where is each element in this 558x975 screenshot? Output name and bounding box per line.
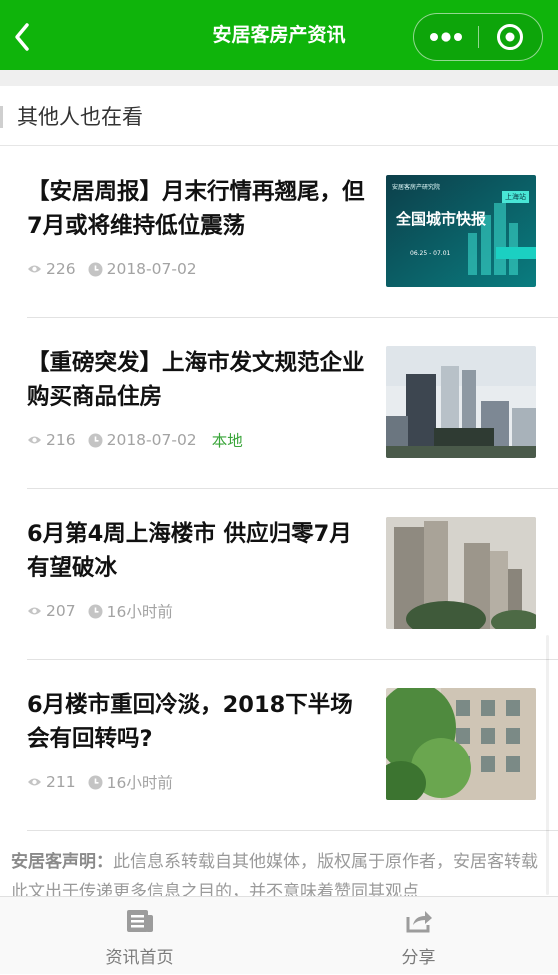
- local-tag: 本地: [211, 432, 243, 450]
- article-title: 6月第4周上海楼市 供应归零7月有望破冰: [27, 521, 352, 581]
- clock-icon: [88, 775, 103, 790]
- eye-icon: [27, 435, 42, 445]
- article-meta: 207 16小时前: [27, 600, 173, 622]
- article-meta: 216 2018-07-02 本地: [27, 429, 243, 451]
- section-header: 其他人也在看: [0, 86, 558, 146]
- more-button[interactable]: [414, 14, 478, 60]
- publish-time: 2018-07-02: [106, 260, 197, 278]
- article-item[interactable]: 【安居周报】月末行情再翘尾，但7月或将维持低位震荡 226 2018-07-02: [27, 147, 558, 318]
- publish-time: 16小时前: [106, 774, 173, 792]
- tab-bar: 资讯首页 分享: [0, 896, 558, 974]
- article-title: 【重磅突发】上海市发文规范企业购买商品住房: [27, 350, 365, 410]
- section-title: 其他人也在看: [17, 105, 143, 129]
- article-thumbnail: [386, 346, 536, 458]
- article-thumbnail: 安居客房产研究院 上海站 全国城市快报 06.25 - 07.01: [386, 175, 536, 287]
- article-title: 6月楼市重回冷淡，2018下半场会有回转吗?: [27, 692, 353, 752]
- tab-news-home[interactable]: 资讯首页: [0, 897, 279, 975]
- article-item[interactable]: 6月楼市重回冷淡，2018下半场会有回转吗? 211 16小时前: [27, 660, 558, 831]
- article-meta: 211 16小时前: [27, 771, 173, 793]
- navigation-bar: 安居客房产资讯: [0, 0, 558, 70]
- article-item[interactable]: 6月第4周上海楼市 供应归零7月有望破冰 207 16小时前: [27, 489, 558, 660]
- section-accent-bar: [0, 106, 3, 128]
- news-list-icon: [126, 907, 154, 935]
- eye-icon: [27, 606, 42, 616]
- clock-icon: [88, 262, 103, 277]
- article-meta: 226 2018-07-02: [27, 258, 197, 280]
- article-thumbnail: [386, 688, 536, 800]
- scrollbar[interactable]: [546, 635, 549, 895]
- more-dots-icon: [430, 32, 462, 42]
- view-count: 207: [46, 602, 76, 620]
- clock-icon: [88, 604, 103, 619]
- clock-icon: [88, 433, 103, 448]
- disclaimer-label: 安居客声明：: [11, 852, 113, 872]
- view-count: 211: [46, 773, 76, 791]
- view-count: 216: [46, 431, 76, 449]
- close-button[interactable]: [479, 14, 541, 60]
- thumb-city: 上海站: [502, 191, 529, 203]
- thumb-dates: 06.25 - 07.01: [410, 250, 451, 257]
- target-close-icon: [497, 24, 523, 50]
- article-item[interactable]: 【重磅突发】上海市发文规范企业购买商品住房 216 2018-07-02 本地: [27, 318, 558, 489]
- mini-program-capsule: [413, 13, 543, 61]
- eye-icon: [27, 777, 42, 787]
- tab-label: 资讯首页: [105, 948, 174, 968]
- publish-time: 2018-07-02: [106, 431, 197, 449]
- eye-icon: [27, 264, 42, 274]
- article-thumbnail: [386, 517, 536, 629]
- thumb-brand: 安居客房产研究院: [392, 184, 441, 191]
- publish-time: 16小时前: [106, 603, 173, 621]
- view-count: 226: [46, 260, 76, 278]
- tab-label: 分享: [401, 948, 436, 968]
- top-spacer: [0, 70, 558, 86]
- article-title: 【安居周报】月末行情再翘尾，但7月或将维持低位震荡: [27, 179, 365, 239]
- thumb-headline: 全国城市快报: [396, 210, 487, 228]
- tab-share[interactable]: 分享: [279, 897, 558, 975]
- share-icon: [405, 907, 433, 935]
